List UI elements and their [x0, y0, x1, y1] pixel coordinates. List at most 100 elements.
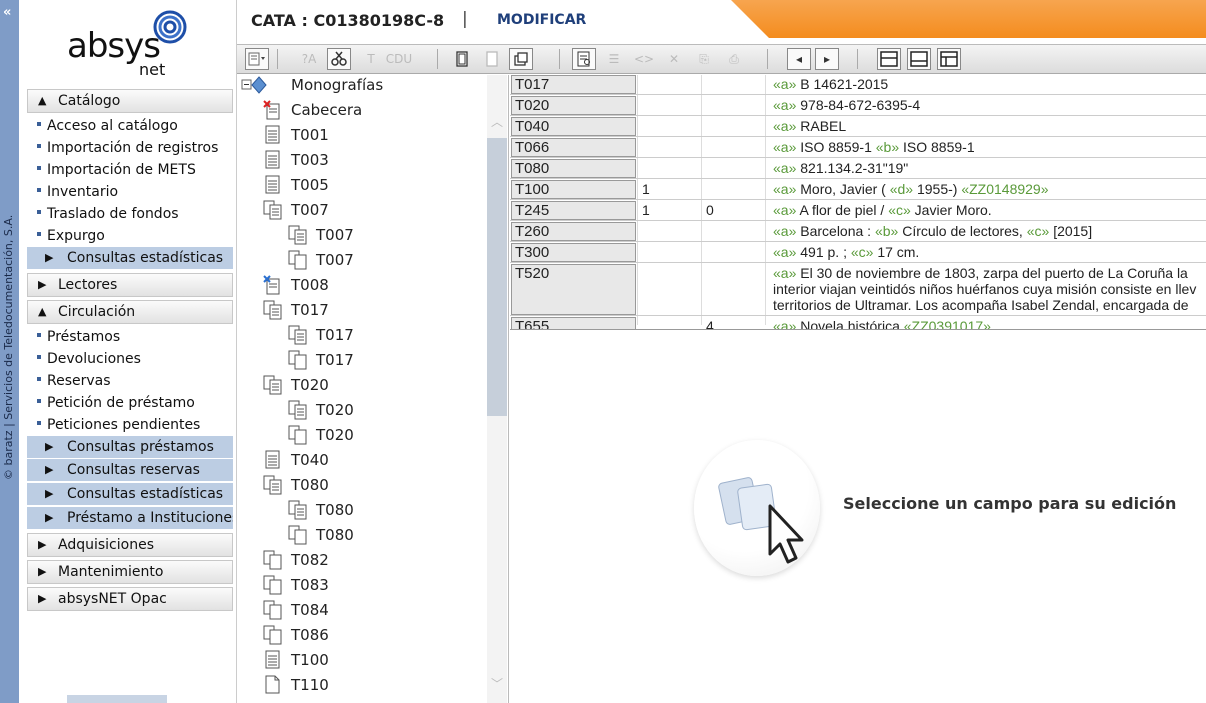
export-icon[interactable]: ⎘: [692, 48, 716, 70]
layout-3-icon[interactable]: [937, 48, 961, 70]
nav-item-devoluciones[interactable]: Devoluciones: [37, 348, 141, 370]
tree-node-label: T017: [316, 351, 354, 369]
insert-field-icon[interactable]: ?A: [297, 48, 321, 70]
field-tag: T066: [511, 138, 636, 157]
record-menu-icon[interactable]: [245, 48, 269, 70]
logo-swirl-icon: [153, 10, 187, 44]
tree-node-label: T110: [291, 676, 329, 694]
bullet-icon: [37, 144, 41, 148]
nav-section-catalogo[interactable]: ▲ Catálogo: [27, 89, 233, 113]
text-icon[interactable]: T: [359, 48, 383, 70]
next-record-button[interactable]: ▸: [815, 48, 839, 70]
list-icon[interactable]: ☰: [602, 48, 626, 70]
nav-item-label: Importación de METS: [47, 162, 196, 178]
nav-sub-consultas-estadisticas[interactable]: ▶ Consultas estadísticas: [27, 247, 233, 269]
copy-icon[interactable]: [450, 48, 474, 70]
expand-triangle-icon: ▶: [38, 565, 47, 578]
nav-item-importacion-mets[interactable]: Importación de METS: [37, 159, 196, 181]
subfield-text: ISO 8859-1: [800, 139, 876, 155]
nav-section-lectores[interactable]: ▶ Lectores: [27, 273, 233, 297]
tree-node-label: T017: [291, 301, 329, 319]
nav-section-label: absysNET Opac: [58, 591, 167, 607]
collapse-sidebar-icon[interactable]: «: [3, 6, 11, 19]
tree-node-label: T017: [316, 326, 354, 344]
edit-hint-text: Seleccione un campo para su edición: [843, 494, 1177, 513]
scroll-up-icon[interactable]: ︿: [491, 113, 503, 130]
expand-triangle-icon: ▶: [38, 538, 47, 551]
field-tag: T300: [511, 243, 636, 262]
delete-icon[interactable]: ✕: [662, 48, 686, 70]
paste-icon[interactable]: [480, 48, 504, 70]
nav-section-mantenimiento[interactable]: ▶ Mantenimiento: [27, 560, 233, 584]
nav-item-traslado-fondos[interactable]: Traslado de fondos: [37, 203, 179, 225]
value-line: territorios de Ultramar. Los acompaña Is…: [773, 297, 1206, 313]
nav-item-importacion-registros[interactable]: Importación de registros: [37, 137, 218, 159]
subfield-text: Círculo de lectores,: [902, 223, 1027, 239]
field-row-t080[interactable]: T080 «a» 821.134.2-31"19": [510, 159, 1206, 179]
collapse-triangle-icon: ▲: [38, 94, 47, 107]
tree-node-label: Monografías: [291, 76, 384, 94]
subfield-code: «a»: [773, 265, 797, 281]
nav-item-label: Expurgo: [47, 228, 105, 244]
tree-node-label: T020: [291, 376, 329, 394]
field-row-t100[interactable]: T100 1 «a» Moro, Javier ( «d» 1955-) «ZZ01…: [510, 180, 1206, 200]
field-row-t655[interactable]: T655 4 «a» Novela histórica «ZZ0391017» .: [510, 317, 1206, 330]
tag-icon[interactable]: <>: [632, 48, 656, 70]
nav-item-reservas[interactable]: Reservas: [37, 370, 111, 392]
nav-item-prestamos[interactable]: Préstamos: [37, 326, 120, 348]
subfield-text: ISO 8859-1: [903, 139, 975, 155]
subfield-text: 1955-): [916, 181, 962, 197]
field-tag: T245: [511, 201, 636, 220]
bullet-icon: [37, 232, 41, 236]
subfield-text: A flor de piel /: [799, 202, 889, 218]
tree-node-label: T008: [291, 276, 329, 294]
subfield-code: «a»: [773, 160, 797, 176]
field-value: «a» A flor de piel / «c» Javier Moro.: [773, 202, 1206, 218]
tree-scrollbar[interactable]: ︿ ﹀: [487, 75, 507, 703]
field-row-t040[interactable]: T040 «a» RABEL: [510, 117, 1206, 137]
subfield-code: «a»: [773, 97, 797, 113]
nav-item-label: Reservas: [47, 373, 111, 389]
field-row-t017[interactable]: T017 «a» B 14621-2015: [510, 75, 1206, 95]
subfield-code: «a»: [773, 318, 797, 330]
nav-section-opac[interactable]: ▶ absysNET Opac: [27, 587, 233, 611]
nav-sub-prestamo-instituciones[interactable]: ▶ Préstamo a Instituciones: [27, 507, 233, 529]
cdu-icon[interactable]: CDU: [386, 48, 412, 70]
field-row-t245[interactable]: T245 1 0 «a» A flor de piel / «c» Javier Mo…: [510, 201, 1206, 221]
nav-item-peticiones-pendientes[interactable]: Peticiones pendientes: [37, 414, 200, 436]
prev-record-button[interactable]: ◂: [787, 48, 811, 70]
nav-sub-consultas-prestamos[interactable]: ▶ Consultas préstamos: [27, 436, 233, 458]
nav-section-circulacion[interactable]: ▲ Circulación: [27, 300, 233, 324]
print-icon[interactable]: ⎙: [722, 48, 746, 70]
field-tag: T260: [511, 222, 636, 241]
nav-item-peticion-prestamo[interactable]: Petición de préstamo: [37, 392, 195, 414]
subfield-code: «c»: [888, 202, 911, 218]
field-row-t020[interactable]: T020 «a» 978-84-672-6395-4: [510, 96, 1206, 116]
preview-icon[interactable]: [572, 48, 596, 70]
absysnet-logo: absys net: [67, 10, 197, 80]
layout-1-icon[interactable]: [877, 48, 901, 70]
nav-sub-consultas-estadisticas-circ[interactable]: ▶ Consultas estadísticas: [27, 483, 233, 505]
indicator-2: 0: [706, 202, 714, 218]
layout-2-icon[interactable]: [907, 48, 931, 70]
nav-section-adquisiciones[interactable]: ▶ Adquisiciones: [27, 533, 233, 557]
field-tag: T655: [511, 317, 636, 329]
field-row-t300[interactable]: T300 «a» 491 p. ; «c» 17 cm.: [510, 243, 1206, 263]
field-tag: T017: [511, 75, 636, 94]
nav-item-expurgo[interactable]: Expurgo: [37, 225, 105, 247]
subfield-code: «a»: [773, 223, 797, 239]
field-row-t520[interactable]: T520 «a» El 30 de noviembre de 1803, zarp…: [510, 264, 1206, 316]
nav-item-acceso-catalogo[interactable]: Acceso al catálogo: [37, 115, 178, 137]
field-row-t260[interactable]: T260 «a» Barcelona : «b» Círculo de lecto…: [510, 222, 1206, 242]
nav-sub-consultas-reservas[interactable]: ▶ Consultas reservas: [27, 459, 233, 481]
indicator-2: 4: [706, 318, 714, 330]
find-replace-icon[interactable]: [327, 48, 351, 70]
bullet-icon: [37, 210, 41, 214]
field-row-t066[interactable]: T066 «a» ISO 8859-1 «b» ISO 8859-1: [510, 138, 1206, 158]
scroll-down-icon[interactable]: ﹀: [491, 675, 503, 692]
scrollbar-thumb[interactable]: [487, 138, 507, 416]
clipboard-icon[interactable]: [509, 48, 533, 70]
nav-item-label: Devoluciones: [47, 351, 141, 367]
nav-sub-label: Consultas estadísticas: [67, 486, 224, 502]
nav-item-inventario[interactable]: Inventario: [37, 181, 118, 203]
